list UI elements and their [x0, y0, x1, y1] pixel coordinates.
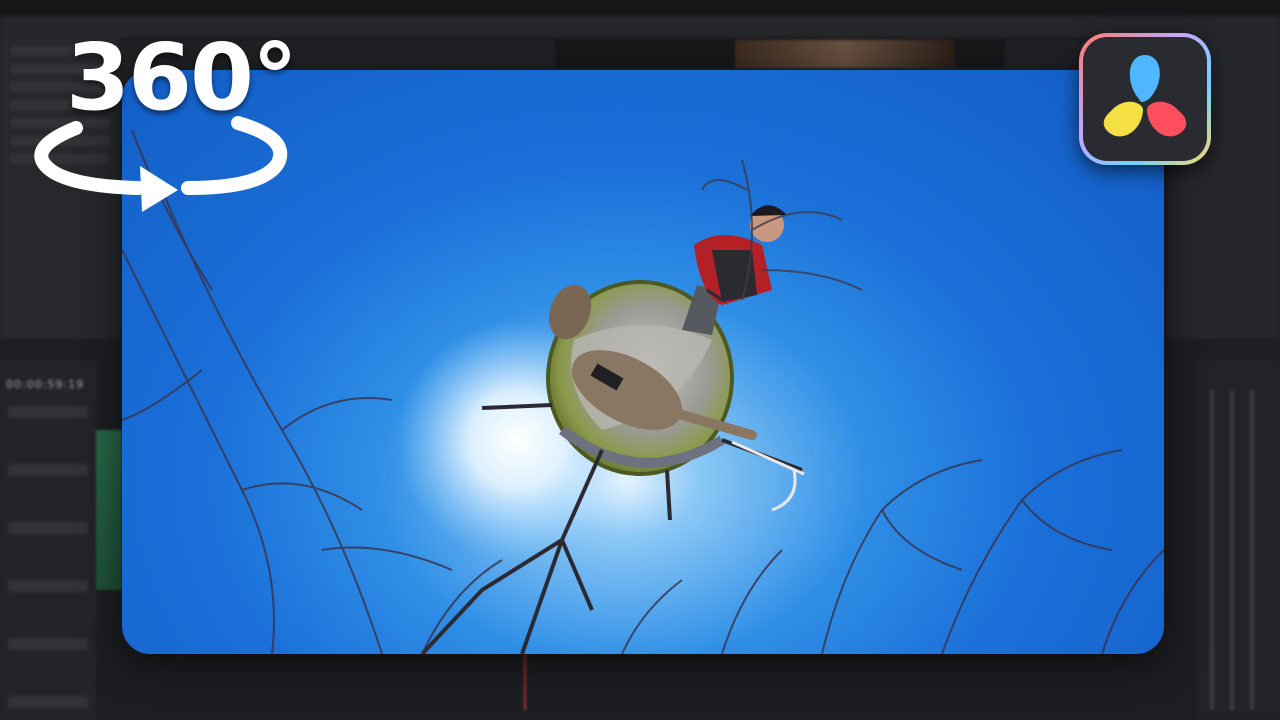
360-badge: 360°	[28, 28, 298, 218]
davinci-resolve-logo	[1079, 33, 1211, 165]
light-pole	[731, 440, 805, 512]
editor-top-bar	[0, 0, 1280, 16]
timeline-audio-clip	[96, 430, 122, 590]
timeline-track-headers	[0, 360, 96, 720]
timeline-playhead	[524, 654, 526, 710]
resolve-petals-icon	[1103, 55, 1187, 137]
editor-viewer-strip	[555, 40, 1005, 68]
audio-mixer	[1198, 360, 1280, 720]
timeline-timecode: 00:00:59:19	[6, 378, 85, 391]
360-badge-text: 360°	[66, 24, 298, 131]
